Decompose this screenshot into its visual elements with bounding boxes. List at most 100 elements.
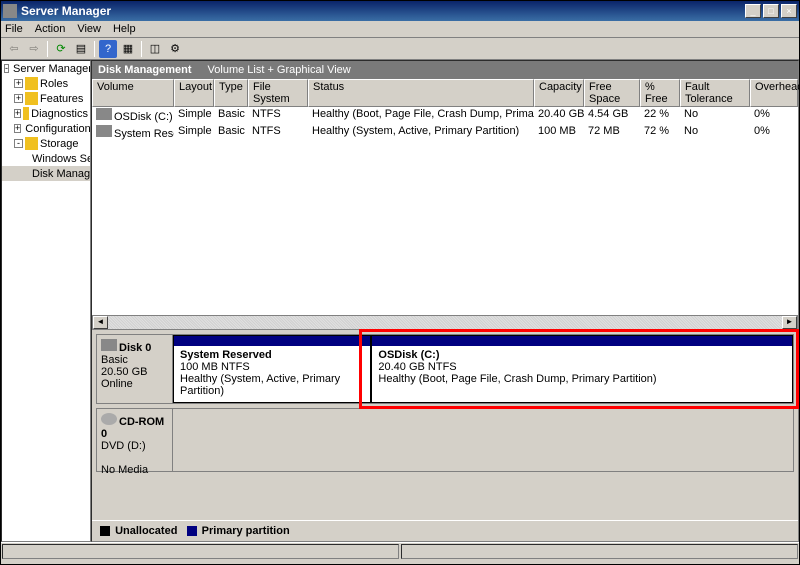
tree-disk-management[interactable]: Disk Management	[2, 166, 90, 181]
titlebar: Server Manager _ □ ×	[1, 1, 799, 21]
cdrom-type: DVD (D:)	[101, 440, 146, 452]
help-button[interactable]: ?	[99, 40, 117, 58]
vol-layout: Simple	[174, 107, 214, 124]
partition-status: Healthy (System, Active, Primary Partiti…	[180, 373, 364, 397]
col-overhead[interactable]: Overhead	[750, 79, 798, 107]
menubar: File Action View Help	[1, 21, 799, 38]
minimize-button[interactable]: _	[745, 4, 761, 18]
disk-row[interactable]: Disk 0 Basic 20.50 GB Online System Rese…	[96, 334, 794, 404]
legend-swatch-primary	[187, 526, 197, 536]
col-status[interactable]: Status	[308, 79, 534, 107]
toolbar-sep	[94, 41, 95, 57]
status-cell	[401, 544, 798, 559]
content-pane: Disk Management Volume List + Graphical …	[91, 60, 799, 542]
vol-name: System Reserved	[114, 128, 174, 140]
tree-pane[interactable]: -Server Manager (WIN-981 +Roles +Feature…	[1, 60, 91, 542]
tree-root-label: Server Manager (WIN-981	[13, 63, 91, 75]
col-layout[interactable]: Layout	[174, 79, 214, 107]
partition-osdisk[interactable]: OSDisk (C:) 20.40 GB NTFS Healthy (Boot,…	[371, 335, 793, 403]
disk-pane-fill	[92, 476, 798, 520]
statusbar	[1, 542, 799, 560]
legend: Unallocated Primary partition	[92, 520, 798, 541]
disk-icon	[101, 339, 117, 351]
disk-view-button[interactable]: ◫	[146, 40, 164, 58]
menu-action[interactable]: Action	[35, 23, 66, 35]
close-button[interactable]: ×	[781, 4, 797, 18]
maximize-button[interactable]: □	[763, 4, 779, 18]
col-filesystem[interactable]: File System	[248, 79, 308, 107]
vol-name: OSDisk (C:)	[114, 111, 173, 123]
disk-type: Basic	[101, 354, 128, 366]
vol-type: Basic	[214, 107, 248, 124]
vol-capacity: 100 MB	[534, 124, 584, 141]
disk-name: Disk 0	[119, 342, 151, 354]
vol-capacity: 20.40 GB	[534, 107, 584, 124]
back-button[interactable]: ⇦	[5, 40, 23, 58]
cdrom-icon	[101, 413, 117, 425]
vol-ft: No	[680, 107, 750, 124]
col-volume[interactable]: Volume	[92, 79, 174, 107]
graphical-view: Disk 0 Basic 20.50 GB Online System Rese…	[92, 330, 798, 541]
cdrom-label: CD-ROM 0 DVD (D:) No Media	[97, 409, 173, 471]
vol-ov: 0%	[750, 107, 798, 124]
partition-size: 20.40 GB NTFS	[378, 361, 786, 373]
toolbar-sep	[141, 41, 142, 57]
col-freespace[interactable]: Free Space	[584, 79, 640, 107]
drive-icon	[96, 108, 112, 120]
tree-root[interactable]: -Server Manager (WIN-981	[2, 61, 90, 76]
dm-title: Disk Management	[98, 64, 192, 76]
refresh-button[interactable]: ⟳	[52, 40, 70, 58]
drive-icon	[96, 125, 112, 137]
tree-label: Disk Management	[32, 168, 91, 180]
col-fault-tolerance[interactable]: Fault Tolerance	[680, 79, 750, 107]
disk-options-button[interactable]: ⚙	[166, 40, 184, 58]
dm-subtitle: Volume List + Graphical View	[208, 64, 351, 76]
tree-configuration[interactable]: +Configuration	[2, 121, 90, 136]
volume-row[interactable]: System Reserved Simple Basic NTFS Health…	[92, 124, 798, 141]
partition-bar	[372, 336, 792, 346]
partition-system-reserved[interactable]: System Reserved 100 MB NTFS Healthy (Sys…	[173, 335, 371, 403]
tree-label: Storage	[40, 138, 79, 150]
volume-hscroll[interactable]: ◄►	[92, 315, 798, 330]
disk-mgmt-header: Disk Management Volume List + Graphical …	[92, 61, 798, 79]
tree-diagnostics[interactable]: +Diagnostics	[2, 106, 90, 121]
menu-file[interactable]: File	[5, 23, 23, 35]
volume-row[interactable]: OSDisk (C:) Simple Basic NTFS Healthy (B…	[92, 107, 798, 124]
menu-view[interactable]: View	[77, 23, 101, 35]
list-button[interactable]: ▤	[72, 40, 90, 58]
vol-fs: NTFS	[248, 107, 308, 124]
forward-button[interactable]: ⇨	[25, 40, 43, 58]
vol-type: Basic	[214, 124, 248, 141]
tree-wsb[interactable]: Windows Server B	[2, 151, 90, 166]
cdrom-status: No Media	[101, 464, 148, 476]
legend-primary: Primary partition	[202, 525, 290, 537]
cdrom-row[interactable]: CD-ROM 0 DVD (D:) No Media	[96, 408, 794, 472]
tree-storage[interactable]: -Storage	[2, 136, 90, 151]
cdrom-empty	[173, 409, 793, 471]
col-capacity[interactable]: Capacity	[534, 79, 584, 107]
volume-list-empty	[92, 141, 798, 315]
vol-free: 72 MB	[584, 124, 640, 141]
tree-label: Windows Server B	[32, 153, 91, 165]
col-type[interactable]: Type	[214, 79, 248, 107]
partition-size: 100 MB NTFS	[180, 361, 364, 373]
vol-status: Healthy (Boot, Page File, Crash Dump, Pr…	[308, 107, 534, 124]
tree-label: Diagnostics	[31, 108, 88, 120]
menu-help[interactable]: Help	[113, 23, 136, 35]
tree-features[interactable]: +Features	[2, 91, 90, 106]
partition-status: Healthy (Boot, Page File, Crash Dump, Pr…	[378, 373, 786, 385]
col-pctfree[interactable]: % Free	[640, 79, 680, 107]
disk-label: Disk 0 Basic 20.50 GB Online	[97, 335, 173, 403]
status-cell	[2, 544, 399, 559]
partition-name: OSDisk (C:)	[378, 349, 786, 361]
vol-layout: Simple	[174, 124, 214, 141]
tree-roles[interactable]: +Roles	[2, 76, 90, 91]
settings-button[interactable]: ▦	[119, 40, 137, 58]
toolbar-sep	[47, 41, 48, 57]
app-icon	[3, 4, 17, 18]
vol-ov: 0%	[750, 124, 798, 141]
tree-label: Features	[40, 93, 83, 105]
partition-bar	[174, 336, 370, 346]
disk-size: 20.50 GB	[101, 366, 147, 378]
vol-pct: 72 %	[640, 124, 680, 141]
